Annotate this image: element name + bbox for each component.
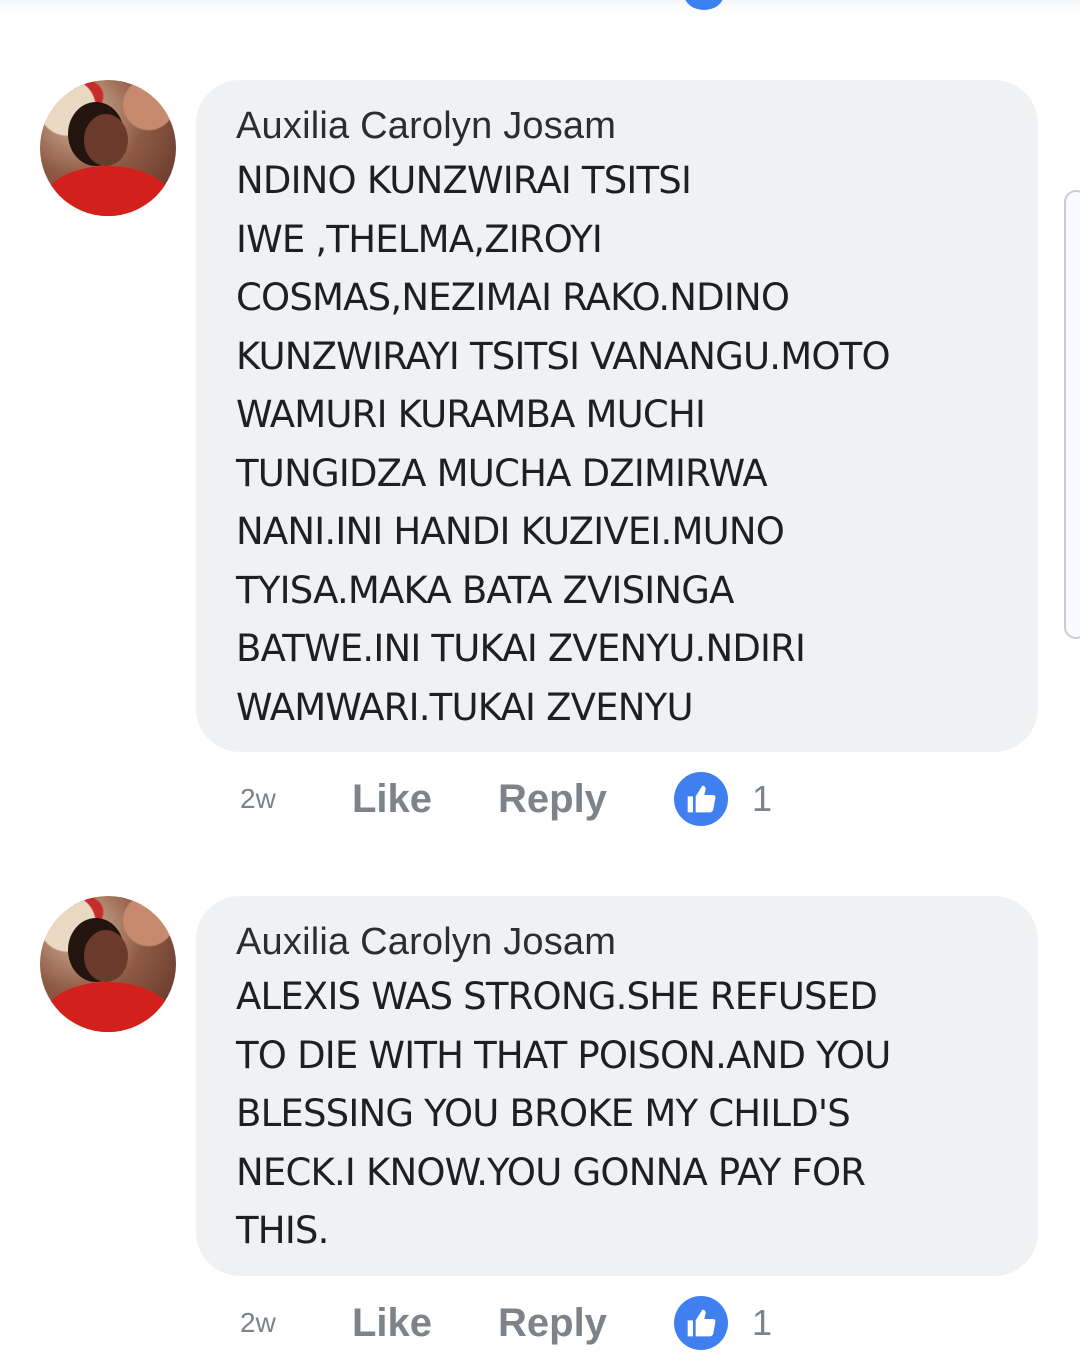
comment-text: ALEXIS WAS STRONG.SHE REFUSED TO DIE WIT… bbox=[236, 975, 891, 1252]
thumbs-up-icon bbox=[674, 772, 728, 826]
comment-actions: 2w Like Reply 1 bbox=[240, 1296, 772, 1350]
comment-bubble: Auxilia Carolyn Josam ALEXIS WAS STRONG.… bbox=[196, 896, 1038, 1276]
reaction-summary[interactable]: 1 bbox=[674, 1296, 772, 1350]
partial-reaction-icon bbox=[684, 0, 724, 10]
scrollbar[interactable] bbox=[1064, 190, 1080, 639]
avatar[interactable] bbox=[40, 896, 176, 1032]
comment-timestamp[interactable]: 2w bbox=[240, 783, 352, 815]
reaction-count: 1 bbox=[752, 1302, 773, 1343]
comment-author-name[interactable]: Auxilia Carolyn Josam bbox=[236, 104, 1008, 148]
comment-timestamp[interactable]: 2w bbox=[240, 1307, 352, 1339]
thumbs-up-icon bbox=[674, 1296, 728, 1350]
avatar[interactable] bbox=[40, 80, 176, 216]
reply-button[interactable]: Reply bbox=[498, 1301, 674, 1346]
like-button[interactable]: Like bbox=[352, 777, 498, 822]
reaction-summary[interactable]: 1 bbox=[674, 772, 772, 826]
comment-actions: 2w Like Reply 1 bbox=[240, 772, 772, 826]
reply-button[interactable]: Reply bbox=[498, 777, 674, 822]
previous-comment-actions-strip bbox=[0, 0, 1080, 12]
reaction-count: 1 bbox=[752, 778, 773, 819]
comment-bubble: Auxilia Carolyn Josam NDINO KUNZWIRAI TS… bbox=[196, 80, 1038, 752]
comment-author-name[interactable]: Auxilia Carolyn Josam bbox=[236, 920, 1008, 964]
comment-text: NDINO KUNZWIRAI TSITSI IWE ,THELMA,ZIROY… bbox=[236, 159, 891, 729]
like-button[interactable]: Like bbox=[352, 1301, 498, 1346]
